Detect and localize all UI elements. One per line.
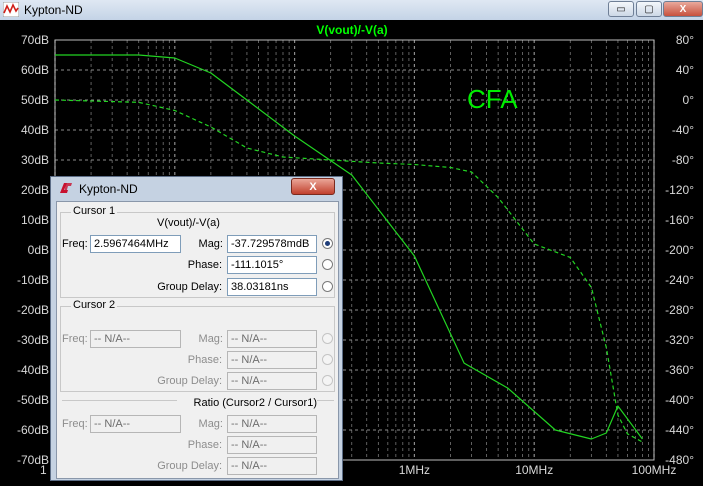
cursor1-mag-value: -37.729578mdB xyxy=(227,235,317,253)
y-left-tick-label: 60dB xyxy=(21,63,49,77)
y-left-tick-label: 30dB xyxy=(21,153,49,167)
minimize-button[interactable]: ▭ xyxy=(608,1,634,17)
cursor2-gd-label: Group Delay: xyxy=(157,375,222,387)
y-right-tick-label: -80° xyxy=(672,153,694,167)
ratio-phase-label: Phase: xyxy=(187,439,222,451)
y-right-tick-label: -320° xyxy=(665,333,694,347)
ratio-freq-value: -- N/A-- xyxy=(90,415,181,433)
cursor2-phase-radio xyxy=(322,354,333,365)
cursor2-mag-value: -- N/A-- xyxy=(227,330,317,348)
y-left-tick-label: -20dB xyxy=(17,303,49,317)
cursor2-gd-radio xyxy=(322,375,333,386)
cursor1-mag-radio[interactable] xyxy=(322,238,333,249)
cursor1-group-label: Cursor 1 xyxy=(71,205,118,217)
ratio-mag-label: Mag: xyxy=(198,418,223,430)
y-left-tick-label: -60dB xyxy=(17,423,49,437)
y-left-tick-label: -50dB xyxy=(17,393,49,407)
cursor2-phase-value: -- N/A-- xyxy=(227,351,317,369)
cursor1-gd-radio[interactable] xyxy=(322,281,333,292)
window-title: Kypton-ND xyxy=(24,3,83,17)
ltspice-waveform-icon xyxy=(3,2,19,17)
cursor1-gd-value: 38.03181ns xyxy=(227,278,317,296)
y-left-tick-label: -10dB xyxy=(17,273,49,287)
y-right-tick-label: -120° xyxy=(665,183,694,197)
y-right-tick-label: -400° xyxy=(665,393,694,407)
y-left-tick-label: 20dB xyxy=(21,183,49,197)
x-tick-label: 100MHz xyxy=(632,463,677,477)
y-right-tick-label: -200° xyxy=(665,243,694,257)
window-titlebar: Kypton-ND ▭ ▢ X xyxy=(0,0,703,21)
cursor1-expression: V(vout)/-V(a) xyxy=(157,217,220,229)
x-tick-label: 10MHz xyxy=(515,463,553,477)
x-tick-label: 1MHz xyxy=(399,463,430,477)
dialog-titlebar[interactable]: Kypton-ND X xyxy=(51,177,342,199)
cursor1-phase-radio[interactable] xyxy=(322,259,333,270)
cursor1-phase-value: -111.1015° xyxy=(227,256,317,274)
y-right-tick-label: 40° xyxy=(676,63,694,77)
y-right-tick-label: 80° xyxy=(676,33,694,47)
y-right-tick-label: 0° xyxy=(683,93,695,107)
ratio-group-label: Ratio (Cursor2 / Cursor1) xyxy=(177,397,317,409)
maximize-button[interactable]: ▢ xyxy=(636,1,662,17)
y-right-tick-label: -160° xyxy=(665,213,694,227)
dialog-close-button[interactable]: X xyxy=(291,178,335,195)
cursor1-gd-label: Group Delay: xyxy=(157,281,222,293)
cursor2-phase-label: Phase: xyxy=(187,354,222,366)
ratio-mag-value: -- N/A-- xyxy=(227,415,317,433)
cursor2-group-label: Cursor 2 xyxy=(71,299,118,311)
y-left-tick-label: 40dB xyxy=(21,123,49,137)
y-right-tick-label: -360° xyxy=(665,363,694,377)
window-close-button[interactable]: X xyxy=(663,1,703,17)
ratio-gd-value: -- N/A-- xyxy=(227,457,317,475)
cursor1-freq-input[interactable]: 2.5967464MHz xyxy=(90,235,181,253)
y-left-tick-label: -40dB xyxy=(17,363,49,377)
cursor2-mag-label: Mag: xyxy=(198,333,223,345)
cursor1-mag-label: Mag: xyxy=(198,238,223,250)
cursor2-freq-label: Freq: xyxy=(62,333,88,345)
y-left-tick-label: 50dB xyxy=(21,93,49,107)
cursor1-phase-label: Phase: xyxy=(187,259,222,271)
cursor2-mag-radio xyxy=(322,333,333,344)
ltc-logo-icon xyxy=(60,183,72,193)
cfa-annotation: CFA xyxy=(467,84,518,114)
dialog-title: Kypton-ND xyxy=(79,182,138,196)
cursor1-freq-label: Freq: xyxy=(62,238,88,250)
y-right-tick-label: -440° xyxy=(665,423,694,437)
ratio-freq-label: Freq: xyxy=(62,418,88,430)
y-left-tick-label: 10dB xyxy=(21,213,49,227)
cursor2-freq-input: -- N/A-- xyxy=(90,330,181,348)
ratio-phase-value: -- N/A-- xyxy=(227,436,317,454)
ratio-gd-label: Group Delay: xyxy=(157,460,222,472)
y-left-tick-label: -30dB xyxy=(17,333,49,347)
dialog-body: Cursor 1 V(vout)/-V(a) Freq: 2.5967464MH… xyxy=(56,201,339,479)
cursor2-gd-value: -- N/A-- xyxy=(227,372,317,390)
cursor-dialog: Kypton-ND X Cursor 1 V(vout)/-V(a) Freq:… xyxy=(50,176,343,481)
y-left-tick-label: 0dB xyxy=(28,243,49,257)
trace-label[interactable]: V(vout)/-V(a) xyxy=(316,23,387,37)
x-tick-label-partial: 1 xyxy=(40,463,47,477)
y-right-tick-label: -280° xyxy=(665,303,694,317)
y-left-tick-label: 70dB xyxy=(21,33,49,47)
y-right-tick-label: -40° xyxy=(672,123,694,137)
y-right-tick-label: -240° xyxy=(665,273,694,287)
